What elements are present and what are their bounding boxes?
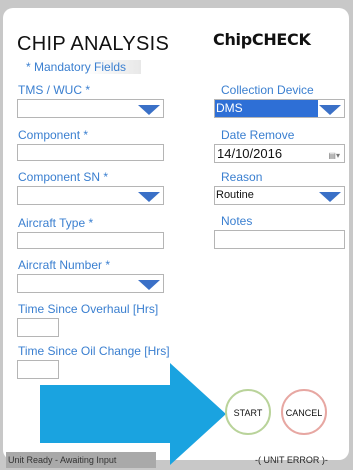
aircraft-type-input[interactable] bbox=[17, 232, 164, 249]
mandatory-fields-note: * Mandatory Fields bbox=[14, 60, 141, 74]
chipcheck-logo: ChipCHECK bbox=[213, 30, 311, 49]
aircraft-type-label: Aircraft Type * bbox=[18, 216, 94, 230]
component-label: Component * bbox=[18, 128, 89, 142]
time-since-oil-change-label: Time Since Oil Change [Hrs] bbox=[18, 344, 170, 358]
chevron-down-icon[interactable] bbox=[138, 105, 160, 115]
chevron-down-icon[interactable] bbox=[319, 192, 341, 202]
tms-wuc-label: TMS / WUC * bbox=[18, 83, 90, 97]
chevron-down-icon[interactable] bbox=[138, 280, 160, 290]
cancel-button[interactable]: CANCEL bbox=[281, 389, 327, 435]
time-since-overhaul-input[interactable] bbox=[17, 318, 59, 337]
unit-error-indicator: -( UNIT ERROR )- bbox=[255, 455, 328, 465]
right-arrow-icon bbox=[40, 363, 226, 465]
collection-device-dropdown[interactable]: DMS bbox=[214, 99, 345, 118]
chevron-down-icon[interactable] bbox=[138, 192, 160, 202]
aircraft-number-dropdown[interactable] bbox=[17, 274, 164, 293]
status-bar: Unit Ready - Awaiting Input bbox=[6, 452, 156, 468]
collection-device-label: Collection Device bbox=[221, 83, 314, 97]
component-sn-label: Component SN * bbox=[18, 170, 109, 184]
component-input[interactable] bbox=[17, 144, 164, 161]
time-since-overhaul-label: Time Since Overhaul [Hrs] bbox=[18, 302, 159, 316]
reason-dropdown[interactable]: Routine bbox=[214, 186, 345, 205]
page-title: CHIP ANALYSIS bbox=[17, 33, 170, 55]
reason-value: Routine bbox=[216, 189, 254, 201]
calendar-dropdown-icon[interactable]: ▤▾ bbox=[328, 147, 340, 164]
aircraft-number-label: Aircraft Number * bbox=[18, 258, 111, 272]
date-remove-picker[interactable]: 14/10/2016 ▤▾ bbox=[214, 144, 345, 163]
start-button[interactable]: START bbox=[225, 389, 271, 435]
date-remove-value: 14/10/2016 bbox=[217, 146, 283, 161]
component-sn-value bbox=[18, 187, 137, 204]
aircraft-number-value bbox=[18, 275, 137, 292]
date-remove-label: Date Remove bbox=[221, 128, 295, 142]
reason-label: Reason bbox=[221, 170, 263, 184]
tms-wuc-value bbox=[18, 100, 137, 117]
collection-device-value: DMS bbox=[215, 100, 318, 117]
component-sn-dropdown[interactable] bbox=[17, 186, 164, 205]
notes-input[interactable] bbox=[214, 230, 345, 249]
chevron-down-icon[interactable] bbox=[319, 105, 341, 115]
notes-label: Notes bbox=[221, 214, 253, 228]
tms-wuc-dropdown[interactable] bbox=[17, 99, 164, 118]
